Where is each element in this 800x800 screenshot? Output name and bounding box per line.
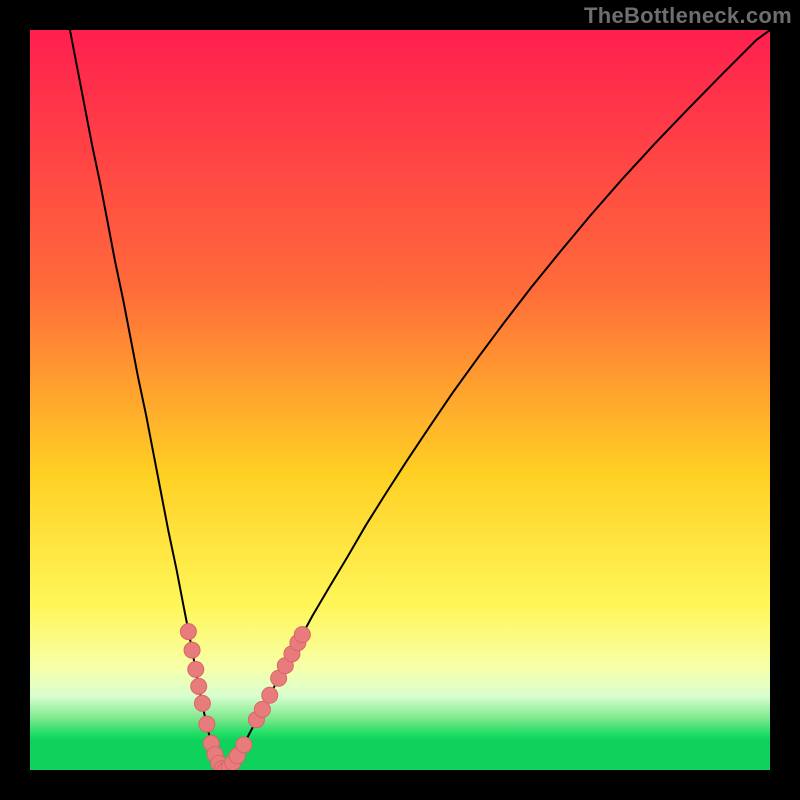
data-marker xyxy=(194,695,210,711)
chart-plot-area xyxy=(30,30,770,770)
data-marker xyxy=(254,701,270,717)
marker-group xyxy=(180,624,310,770)
data-marker xyxy=(180,624,196,640)
data-marker xyxy=(236,737,252,753)
chart-svg xyxy=(30,30,770,770)
right-branch-curve xyxy=(225,30,770,770)
data-marker xyxy=(188,661,204,677)
data-marker xyxy=(262,687,278,703)
data-marker xyxy=(294,627,310,643)
watermark-text: TheBottleneck.com xyxy=(584,3,792,29)
data-marker xyxy=(184,642,200,658)
left-branch-curve xyxy=(70,30,225,770)
chart-frame: TheBottleneck.com xyxy=(0,0,800,800)
data-marker xyxy=(191,678,207,694)
data-marker xyxy=(199,716,215,732)
